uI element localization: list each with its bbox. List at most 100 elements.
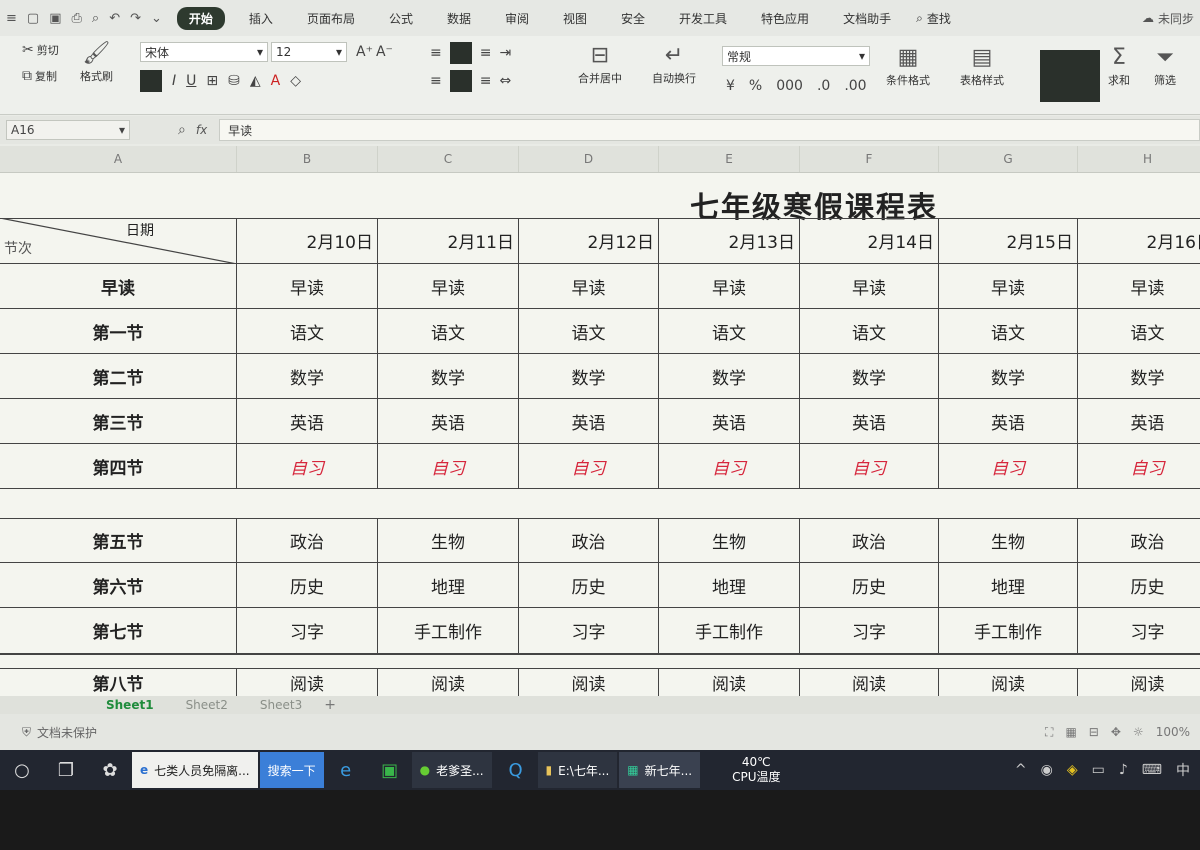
column-header-h[interactable]: H: [1078, 146, 1200, 172]
date-cell[interactable]: 2月14日: [800, 218, 939, 264]
print-icon[interactable]: ⎙: [72, 11, 82, 26]
page-break-view-icon[interactable]: ⊟: [1089, 725, 1099, 739]
decrease-decimal-icon[interactable]: .00: [844, 78, 866, 94]
subject-cell[interactable]: 生物: [378, 518, 519, 563]
subject-cell[interactable]: 政治: [519, 518, 659, 563]
qq-browser-icon[interactable]: Q: [494, 760, 538, 781]
normal-view-icon[interactable]: ▦: [1065, 725, 1076, 739]
tab-data[interactable]: 数据: [437, 7, 481, 30]
thousands-icon[interactable]: 000: [776, 78, 803, 94]
highlight-icon[interactable]: ◭: [250, 73, 261, 89]
subject-cell[interactable]: 语文: [659, 309, 800, 354]
subject-cell[interactable]: 数学: [800, 354, 939, 399]
column-header-c[interactable]: C: [378, 146, 519, 172]
name-box[interactable]: A16 ▾: [6, 120, 130, 140]
fx-button[interactable]: fx: [196, 123, 207, 137]
subject-cell[interactable]: 自习: [237, 444, 378, 489]
subject-cell[interactable]: 自习: [659, 444, 800, 489]
subject-cell[interactable]: 语文: [939, 309, 1078, 354]
align-middle-button[interactable]: [449, 42, 472, 64]
tab-special-apps[interactable]: 特色应用: [751, 7, 819, 30]
font-color-icon[interactable]: A: [271, 73, 281, 89]
subject-cell[interactable]: 自习: [519, 444, 659, 489]
bold-button[interactable]: [140, 70, 162, 92]
subject-cell[interactable]: 早读: [1078, 264, 1200, 309]
date-cell[interactable]: 2月16日: [1078, 218, 1200, 264]
subject-cell[interactable]: 早读: [519, 264, 659, 309]
tab-security[interactable]: 安全: [611, 7, 655, 30]
tab-doc-assistant[interactable]: 文档助手: [833, 7, 901, 30]
subject-cell[interactable]: 英语: [237, 399, 378, 444]
subject-cell[interactable]: 自习: [939, 444, 1078, 489]
tab-page-layout[interactable]: 页面布局: [297, 7, 365, 30]
tab-review[interactable]: 审阅: [495, 7, 539, 30]
period-cell[interactable]: 第六节: [0, 563, 237, 608]
period-cell[interactable]: 第三节: [0, 399, 237, 444]
taskbar-browser-button[interactable]: e 七类人员免隔离...: [132, 752, 258, 788]
column-header-g[interactable]: G: [939, 146, 1078, 172]
sheet-tab-2[interactable]: Sheet2: [170, 698, 244, 712]
taskbar-spreadsheet-button[interactable]: ▦ 新七年...: [619, 752, 701, 788]
conditional-format-button[interactable]: ▦ 条件格式: [886, 44, 930, 88]
tray-app-icon[interactable]: ◉: [1041, 762, 1053, 778]
subject-cell[interactable]: 历史: [237, 563, 378, 608]
subject-cell[interactable]: 英语: [1078, 399, 1200, 444]
zoom-level[interactable]: 100%: [1156, 725, 1190, 739]
tab-insert[interactable]: 插入: [239, 7, 283, 30]
italic-icon[interactable]: I: [172, 73, 176, 89]
subject-cell[interactable]: 数学: [519, 354, 659, 399]
volume-icon[interactable]: ♪: [1119, 762, 1128, 778]
column-header-e[interactable]: E: [659, 146, 800, 172]
edge-icon[interactable]: e: [324, 760, 368, 781]
clear-format-icon[interactable]: ◇: [290, 73, 301, 89]
tab-formulas[interactable]: 公式: [379, 7, 423, 30]
copy-button[interactable]: ⧉ 复制: [22, 68, 57, 84]
subject-cell[interactable]: 手工制作: [659, 608, 800, 654]
subject-cell[interactable]: 数学: [939, 354, 1078, 399]
subject-cell[interactable]: 阅读: [237, 668, 378, 696]
font-size-select[interactable]: 12 ▾: [271, 42, 347, 62]
column-header-f[interactable]: F: [800, 146, 939, 172]
open-icon[interactable]: ▢: [27, 11, 39, 26]
formula-input[interactable]: 早读: [219, 119, 1200, 141]
reading-mode-icon[interactable]: ✥: [1111, 725, 1121, 739]
subject-cell[interactable]: 地理: [378, 563, 519, 608]
subject-cell[interactable]: 历史: [519, 563, 659, 608]
subject-cell[interactable]: 英语: [519, 399, 659, 444]
subject-cell[interactable]: 语文: [800, 309, 939, 354]
period-cell[interactable]: 第一节: [0, 309, 237, 354]
app-icon[interactable]: ✿: [88, 760, 132, 781]
undo-icon[interactable]: ↶: [109, 11, 120, 26]
period-cell[interactable]: 早读: [0, 264, 237, 309]
align-right-icon[interactable]: ≡: [480, 73, 492, 89]
subject-cell[interactable]: 手工制作: [939, 608, 1078, 654]
period-cell[interactable]: 第七节: [0, 608, 237, 654]
date-cell[interactable]: 2月12日: [519, 218, 659, 264]
subject-cell[interactable]: 英语: [939, 399, 1078, 444]
subject-cell[interactable]: 习字: [1078, 608, 1200, 654]
period-cell[interactable]: 第八节: [0, 668, 237, 696]
period-cell[interactable]: 第五节: [0, 518, 237, 563]
date-cell[interactable]: 2月10日: [237, 218, 378, 264]
currency-icon[interactable]: ¥: [726, 78, 735, 94]
column-header-a[interactable]: A: [0, 146, 237, 172]
subject-cell[interactable]: 早读: [800, 264, 939, 309]
subject-cell[interactable]: 数学: [378, 354, 519, 399]
border-icon[interactable]: ⊞: [206, 73, 218, 89]
cortana-icon[interactable]: ○: [0, 760, 44, 781]
percent-icon[interactable]: %: [749, 78, 762, 94]
increase-decimal-icon[interactable]: .0: [817, 78, 830, 94]
align-left-icon[interactable]: ≡: [430, 73, 442, 89]
underline-icon[interactable]: U: [186, 73, 196, 89]
wrap-text-button[interactable]: ↵ 自动换行: [652, 42, 696, 86]
fullscreen-icon[interactable]: ⛶: [1045, 725, 1053, 740]
subject-cell[interactable]: 自习: [378, 444, 519, 489]
subject-cell[interactable]: 早读: [939, 264, 1078, 309]
zoom-search-icon[interactable]: ⌕: [178, 122, 186, 138]
menu-chevron-icon[interactable]: ≡: [6, 11, 17, 26]
protect-status[interactable]: 文档未保护: [37, 724, 97, 741]
save-icon[interactable]: ▣: [49, 11, 61, 26]
tab-developer[interactable]: 开发工具: [669, 7, 737, 30]
cut-button[interactable]: ✂ 剪切: [22, 42, 59, 58]
eye-protect-icon[interactable]: ☼: [1133, 725, 1144, 739]
